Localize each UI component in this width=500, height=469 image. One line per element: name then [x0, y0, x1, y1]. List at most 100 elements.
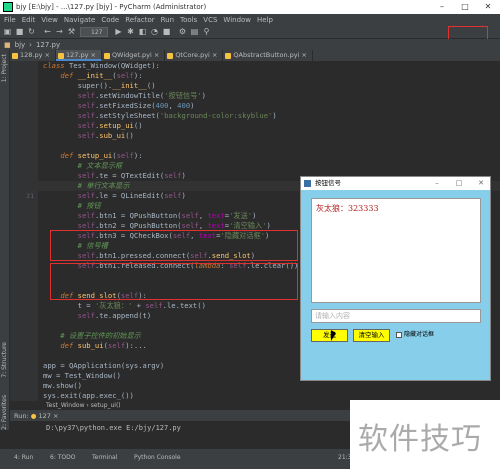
- breadcrumb-class[interactable]: Test_Window: [46, 402, 84, 409]
- open-folder-icon[interactable]: ▣: [3, 27, 12, 36]
- qt-app-window: 按钮信号 – □ ✕ 灰太狼：323333 请输入内容 发送 清空输入: [300, 176, 491, 381]
- tab-label: 128.py: [20, 51, 43, 59]
- code-line[interactable]: # 文本显示框: [43, 161, 123, 171]
- build-icon[interactable]: ⚒: [67, 27, 76, 36]
- menu-edit[interactable]: Edit: [22, 16, 36, 24]
- qt-window-title: 按钮信号: [315, 179, 341, 187]
- menu-tools[interactable]: Tools: [180, 16, 197, 24]
- qt-maximize-button[interactable]: □: [452, 177, 466, 190]
- nav-bar: ■ bjy › 127.py: [0, 39, 500, 50]
- line-number: 21: [26, 192, 34, 200]
- run-tab-label: Run:: [14, 412, 29, 420]
- code-line[interactable]: self.te = QTextEdit(self): [43, 171, 186, 181]
- code-line[interactable]: t = '灰太狼：' + self.le.text(): [43, 301, 206, 311]
- code-line[interactable]: app = QApplication(sys.argv): [43, 361, 164, 371]
- qt-window-icon: [304, 180, 311, 187]
- send-button[interactable]: 发送: [311, 329, 348, 342]
- search-icon[interactable]: ⚲: [202, 27, 211, 36]
- structure-tool-tab[interactable]: 7: Structure: [1, 342, 8, 378]
- close-button[interactable]: ✕: [478, 0, 498, 14]
- code-line[interactable]: self.sub_ui(): [43, 131, 134, 141]
- run-icon[interactable]: ▶: [114, 27, 123, 36]
- minimize-button[interactable]: –: [432, 0, 452, 14]
- code-line[interactable]: self.setup_ui(): [43, 121, 143, 131]
- run-config-select[interactable]: 127: [80, 27, 108, 37]
- menu-file[interactable]: File: [4, 16, 16, 24]
- tab-128-py[interactable]: 128.py ×: [10, 50, 56, 61]
- settings-icon[interactable]: ⚙: [178, 27, 187, 36]
- tab-qabstractbutton-pyi[interactable]: QAbstractButton.pyi ×: [223, 50, 313, 61]
- checkbox-label: 隐藏对话框: [404, 331, 435, 338]
- run-config-name[interactable]: 127: [38, 412, 50, 420]
- tab-label: 127.py: [65, 51, 89, 59]
- code-line[interactable]: def sub_ui(self):...: [43, 341, 147, 351]
- sync-icon[interactable]: ↻: [27, 27, 36, 36]
- tab-127-py[interactable]: 127.py ×: [55, 50, 102, 61]
- structure-icon[interactable]: ▤: [190, 27, 199, 36]
- code-line[interactable]: # 设置子控件的初始显示: [43, 331, 141, 341]
- forward-arrow-icon[interactable]: →: [55, 27, 64, 36]
- code-line[interactable]: sys.exit(app.exec_()): [43, 391, 134, 401]
- checkbox-box[interactable]: [396, 331, 402, 338]
- code-line[interactable]: self.setFixedSize(400, 400): [43, 101, 195, 111]
- back-arrow-icon[interactable]: ←: [43, 27, 52, 36]
- save-icon[interactable]: ■: [15, 27, 24, 36]
- menu-help[interactable]: Help: [257, 16, 273, 24]
- code-line[interactable]: # 按钮: [43, 201, 101, 211]
- left-tool-strip: 1: Project 7: Structure 2: Favorites: [0, 50, 10, 430]
- menu-view[interactable]: View: [41, 16, 58, 24]
- python-file-icon: [103, 53, 110, 59]
- menu-navigate[interactable]: Navigate: [64, 16, 95, 24]
- qt-line-edit[interactable]: 请输入内容: [311, 309, 481, 323]
- qt-minimize-button[interactable]: –: [430, 177, 444, 190]
- qt-text-content: 灰太狼：323333: [316, 204, 379, 213]
- run-tool-tab[interactable]: 4: Run: [14, 454, 33, 461]
- breadcrumb-project[interactable]: bjy: [15, 41, 26, 49]
- code-line[interactable]: self.btn1 = QPushButton(self, text='发送'): [43, 211, 257, 221]
- coverage-icon[interactable]: ◧: [138, 27, 147, 36]
- code-line[interactable]: self.te.append(t): [43, 311, 152, 321]
- code-line[interactable]: self.le = QLineEdit(self): [43, 191, 186, 201]
- code-line[interactable]: self.setWindowTitle('按钮信号'): [43, 91, 206, 101]
- menu-refactor[interactable]: Refactor: [125, 16, 154, 24]
- code-line[interactable]: mw.show(): [43, 381, 82, 391]
- editor-tab-bar: 128.py × 127.py × QWidget.pyi × QtCore.p…: [10, 50, 500, 61]
- python-file-icon: [225, 53, 232, 59]
- watermark-text: 软件技巧: [358, 422, 482, 457]
- tab-qwidget-pyi[interactable]: QWidget.pyi ×: [102, 50, 166, 61]
- profile-icon[interactable]: ◔: [150, 27, 159, 36]
- debug-icon[interactable]: ✱: [126, 27, 135, 36]
- watermark: 软件技巧: [350, 400, 500, 469]
- breadcrumb-file[interactable]: 127.py: [36, 41, 60, 49]
- menu-run[interactable]: Run: [161, 16, 174, 24]
- qt-line-placeholder: 请输入内容: [315, 312, 350, 320]
- code-line[interactable]: super().__init__(): [43, 81, 156, 91]
- python-console-tool-tab[interactable]: Python Console: [134, 454, 181, 461]
- qt-title-bar: 按钮信号 – □ ✕: [301, 177, 490, 190]
- close-icon[interactable]: ×: [53, 412, 58, 420]
- menu-code[interactable]: Code: [101, 16, 119, 24]
- code-line[interactable]: class Test_Window(QWidget):: [43, 61, 160, 71]
- menu-window[interactable]: Window: [223, 16, 251, 24]
- code-line[interactable]: self.setStyleSheet('background-color:sky…: [43, 111, 277, 121]
- code-line[interactable]: def __init__(self):: [43, 71, 142, 81]
- qt-text-edit[interactable]: 灰太狼：323333: [311, 198, 481, 303]
- terminal-tool-tab[interactable]: Terminal: [92, 454, 117, 461]
- hide-dialog-checkbox[interactable]: 隐藏对话框: [396, 329, 434, 338]
- project-tool-tab[interactable]: 1: Project: [1, 54, 8, 82]
- tab-qtcore-pyi[interactable]: QtCore.pyi ×: [165, 50, 224, 61]
- qt-close-button[interactable]: ✕: [474, 177, 488, 190]
- menu-vcs[interactable]: VCS: [203, 16, 217, 24]
- clear-input-button[interactable]: 清空输入: [353, 329, 390, 342]
- tab-label: QAbstractButton.pyi: [233, 51, 300, 59]
- todo-tool-tab[interactable]: 6: TODO: [50, 454, 75, 461]
- breadcrumb-method[interactable]: setup_ui(): [91, 402, 121, 409]
- stop-icon[interactable]: ■: [162, 27, 171, 36]
- toolbar: ▣ ■ ↻ ← → ⚒ 127 ▶ ✱ ◧ ◔ ■ ⚙ ▤ ⚲: [0, 25, 500, 39]
- annotation-box-signals: [50, 230, 298, 261]
- code-line[interactable]: def setup_ui(self):: [43, 151, 142, 161]
- favorites-tool-tab[interactable]: 2: Favorites: [1, 395, 8, 430]
- code-line[interactable]: mw = Test_Window(): [43, 371, 121, 381]
- maximize-button[interactable]: □: [455, 0, 475, 14]
- code-line[interactable]: # 单行文本显示: [43, 181, 130, 191]
